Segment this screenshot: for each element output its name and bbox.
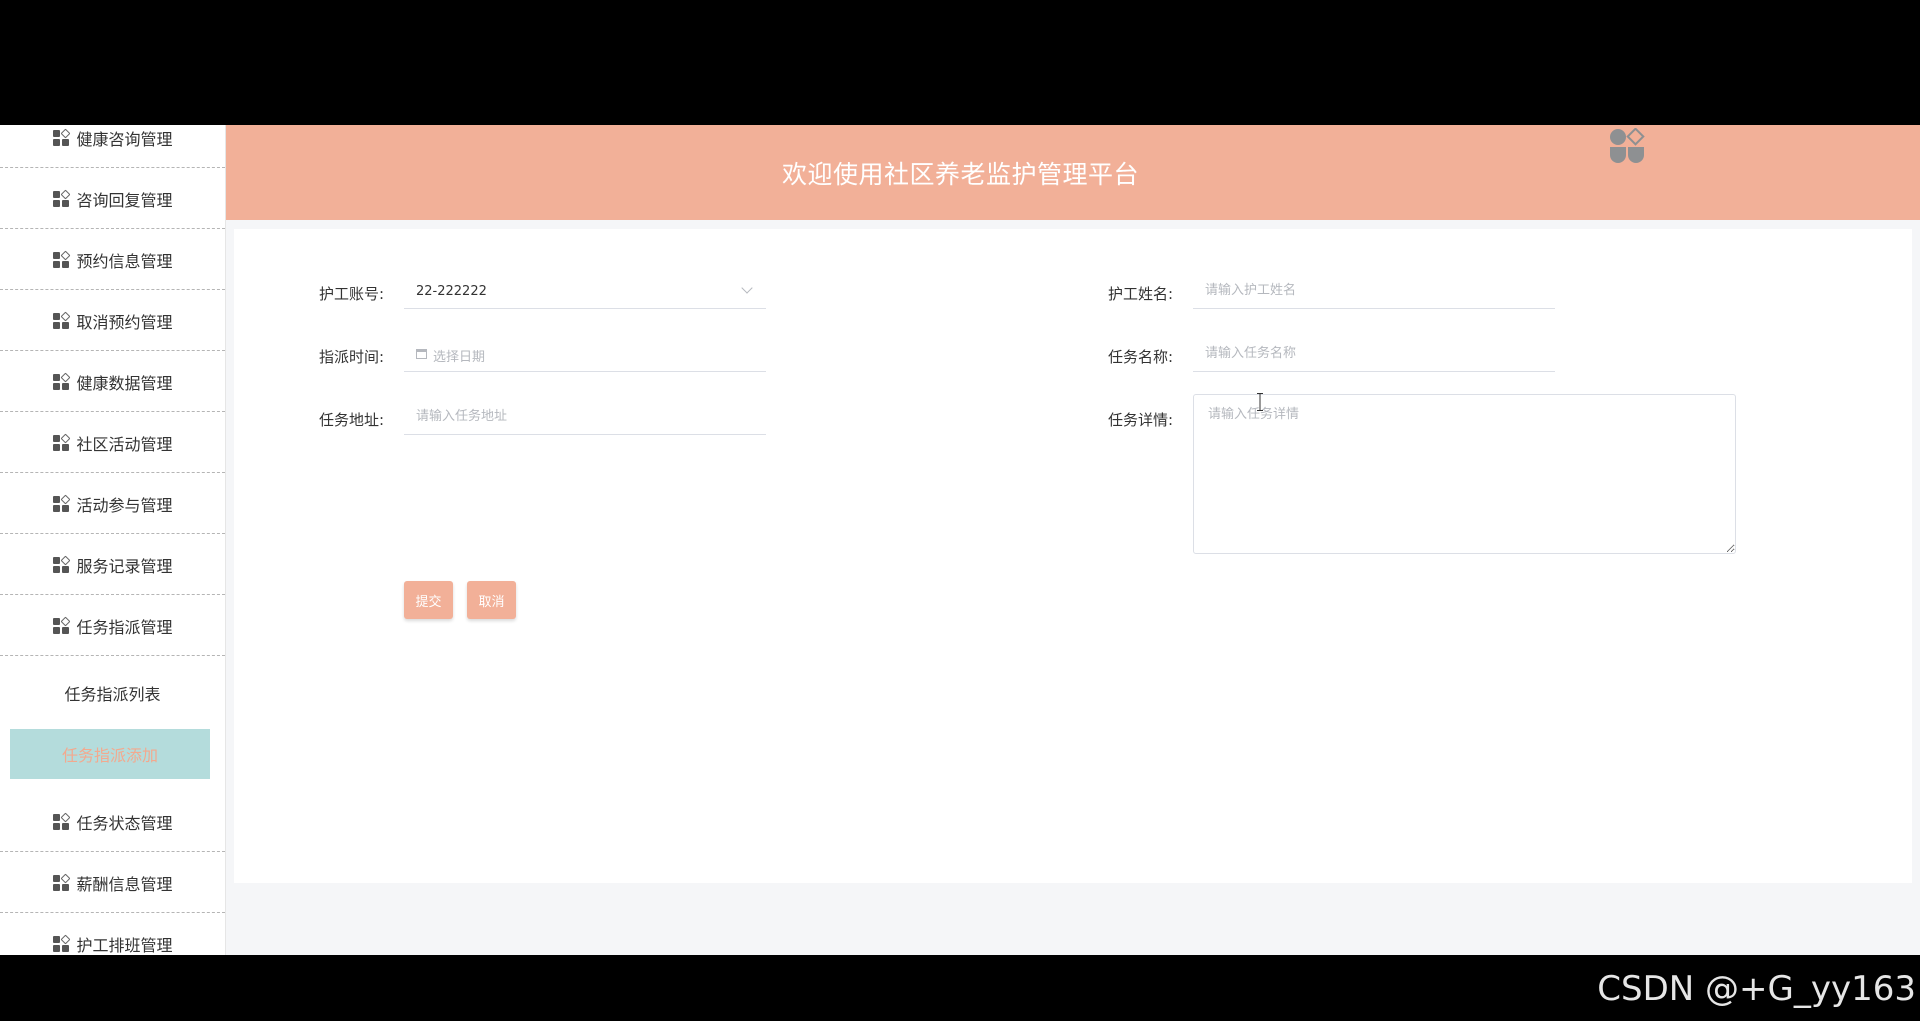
sidebar-item-label: 咨询回复管理 <box>76 190 173 210</box>
sidebar-item-salary[interactable]: 薪酬信息管理 <box>0 853 225 913</box>
task-details-textarea[interactable] <box>1193 394 1736 554</box>
sidebar-item-appointment[interactable]: 预约信息管理 <box>0 230 225 290</box>
page-title: 欢迎使用社区养老监护管理平台 <box>781 159 1139 189</box>
account-label: 护工账号: <box>318 285 384 303</box>
sidebar-item-label: 服务记录管理 <box>76 556 173 576</box>
time-label: 指派时间: <box>318 348 384 366</box>
top-header: 欢迎使用社区养老监护管理平台 <box>226 125 1920 220</box>
grid-icon <box>52 189 71 208</box>
sidebar-item-label: 社区活动管理 <box>76 434 173 454</box>
sidebar: 健康咨询管理 咨询回复管理 预约信息管理 取消预约管理 健康数据管理 社区活动管… <box>0 125 226 955</box>
sidebar-item-task-assign[interactable]: 任务指派管理 <box>0 596 225 656</box>
grid-icon <box>52 616 71 635</box>
task-name-label: 任务名称: <box>1107 348 1173 366</box>
calendar-icon <box>416 349 427 359</box>
watermark: CSDN @+G_yy163 <box>1597 969 1916 1009</box>
logo-icon <box>1610 128 1645 163</box>
chevron-down-icon <box>741 282 753 294</box>
text-cursor-icon <box>1257 393 1263 411</box>
sidebar-item-health-data[interactable]: 健康数据管理 <box>0 352 225 412</box>
sidebar-item-task-status[interactable]: 任务状态管理 <box>0 792 225 852</box>
grid-icon <box>52 812 71 831</box>
sidebar-item-label: 任务指派管理 <box>76 617 173 637</box>
grid-icon <box>52 433 71 452</box>
grid-icon <box>52 128 71 147</box>
sidebar-item-label: 健康数据管理 <box>76 373 173 393</box>
form-card: 护工账号: 22-222222 护工姓名: 指派时间: 选择日期 任务名称: 任… <box>234 229 1912 883</box>
account-value: 22-222222 <box>416 284 487 299</box>
grid-icon <box>52 494 71 513</box>
grid-icon <box>52 311 71 330</box>
sidebar-item-consult-reply[interactable]: 咨询回复管理 <box>0 169 225 229</box>
account-select[interactable]: 22-222222 <box>404 273 766 309</box>
sidebar-item-cancel-appointment[interactable]: 取消预约管理 <box>0 291 225 351</box>
sidebar-subitem-label: 任务指派列表 <box>64 685 161 704</box>
sidebar-item-label: 健康咨询管理 <box>76 129 173 149</box>
sidebar-item-label: 取消预约管理 <box>76 312 173 332</box>
sidebar-subitem-label: 任务指派添加 <box>61 746 158 765</box>
date-picker[interactable]: 选择日期 <box>404 336 766 372</box>
submit-button[interactable]: 提交 <box>404 581 453 619</box>
grid-icon <box>52 873 71 892</box>
task-name-input[interactable] <box>1193 336 1555 372</box>
grid-icon <box>52 250 71 269</box>
date-placeholder: 选择日期 <box>433 350 486 365</box>
sidebar-subitem-task-assign-list[interactable]: 任务指派列表 <box>0 668 225 718</box>
sidebar-item-activity-participation[interactable]: 活动参与管理 <box>0 474 225 534</box>
caregiver-name-input[interactable] <box>1193 273 1555 309</box>
grid-icon <box>52 934 71 953</box>
sidebar-item-label: 薪酬信息管理 <box>76 874 173 894</box>
sidebar-item-label: 任务状态管理 <box>76 813 173 833</box>
cancel-button[interactable]: 取消 <box>467 581 516 619</box>
sidebar-item-health-consult[interactable]: 健康咨询管理 <box>0 125 225 168</box>
name-label: 护工姓名: <box>1107 285 1173 303</box>
sidebar-item-label: 活动参与管理 <box>76 495 173 515</box>
sidebar-subitem-task-assign-add[interactable]: 任务指派添加 <box>10 729 210 779</box>
sidebar-item-caregiver-schedule[interactable]: 护工排班管理 <box>0 914 225 955</box>
details-label: 任务详情: <box>1107 411 1173 429</box>
app-screen: 健康咨询管理 咨询回复管理 预约信息管理 取消预约管理 健康数据管理 社区活动管… <box>0 125 1920 955</box>
address-label: 任务地址: <box>318 411 384 429</box>
grid-icon <box>52 372 71 391</box>
sidebar-item-service-record[interactable]: 服务记录管理 <box>0 535 225 595</box>
task-address-input[interactable] <box>404 399 766 435</box>
grid-icon <box>52 555 71 574</box>
sidebar-item-label: 预约信息管理 <box>76 251 173 271</box>
sidebar-item-community-activity[interactable]: 社区活动管理 <box>0 413 225 473</box>
sidebar-item-label: 护工排班管理 <box>76 935 173 955</box>
